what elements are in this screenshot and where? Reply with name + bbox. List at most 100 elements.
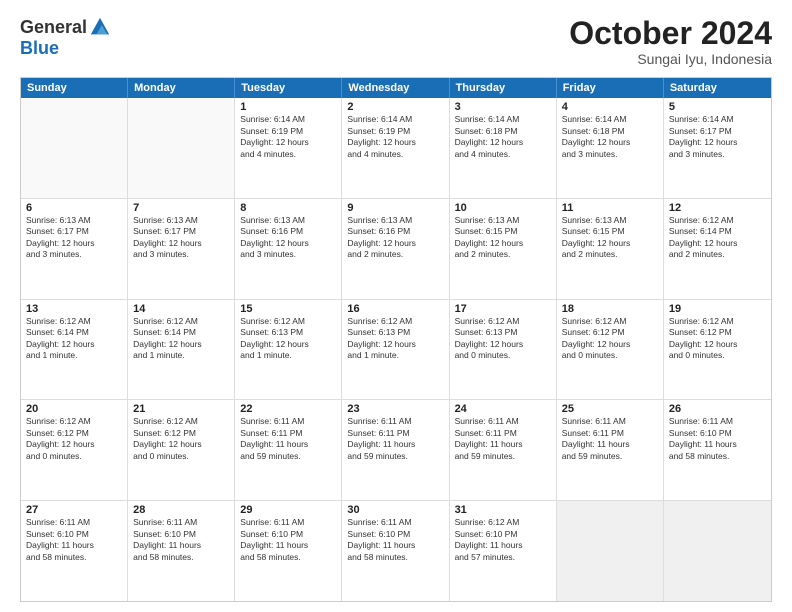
day-cell-6: 6Sunrise: 6:13 AM Sunset: 6:17 PM Daylig… bbox=[21, 199, 128, 299]
day-info: Sunrise: 6:12 AM Sunset: 6:12 PM Dayligh… bbox=[26, 416, 95, 460]
day-info: Sunrise: 6:11 AM Sunset: 6:10 PM Dayligh… bbox=[240, 517, 308, 561]
day-info: Sunrise: 6:14 AM Sunset: 6:18 PM Dayligh… bbox=[562, 114, 631, 158]
location: Sungai Iyu, Indonesia bbox=[569, 51, 772, 67]
logo: General Blue bbox=[20, 16, 111, 59]
day-cell-2: 2Sunrise: 6:14 AM Sunset: 6:19 PM Daylig… bbox=[342, 98, 449, 198]
calendar-row-1: 6Sunrise: 6:13 AM Sunset: 6:17 PM Daylig… bbox=[21, 198, 771, 299]
day-cell-13: 13Sunrise: 6:12 AM Sunset: 6:14 PM Dayli… bbox=[21, 300, 128, 400]
day-number: 29 bbox=[240, 504, 336, 516]
day-cell-11: 11Sunrise: 6:13 AM Sunset: 6:15 PM Dayli… bbox=[557, 199, 664, 299]
day-info: Sunrise: 6:13 AM Sunset: 6:16 PM Dayligh… bbox=[347, 215, 416, 259]
day-info: Sunrise: 6:13 AM Sunset: 6:15 PM Dayligh… bbox=[562, 215, 631, 259]
day-cell-8: 8Sunrise: 6:13 AM Sunset: 6:16 PM Daylig… bbox=[235, 199, 342, 299]
day-cell-4: 4Sunrise: 6:14 AM Sunset: 6:18 PM Daylig… bbox=[557, 98, 664, 198]
empty-cell-0-1 bbox=[128, 98, 235, 198]
calendar: SundayMondayTuesdayWednesdayThursdayFrid… bbox=[20, 77, 772, 602]
day-info: Sunrise: 6:12 AM Sunset: 6:13 PM Dayligh… bbox=[347, 316, 416, 360]
day-info: Sunrise: 6:11 AM Sunset: 6:11 PM Dayligh… bbox=[347, 416, 415, 460]
day-number: 6 bbox=[26, 202, 122, 214]
header: General Blue October 2024 Sungai Iyu, In… bbox=[20, 16, 772, 67]
header-cell-tuesday: Tuesday bbox=[235, 78, 342, 98]
day-info: Sunrise: 6:11 AM Sunset: 6:10 PM Dayligh… bbox=[26, 517, 94, 561]
day-number: 13 bbox=[26, 303, 122, 315]
day-info: Sunrise: 6:12 AM Sunset: 6:13 PM Dayligh… bbox=[240, 316, 309, 360]
day-number: 3 bbox=[455, 101, 551, 113]
day-cell-9: 9Sunrise: 6:13 AM Sunset: 6:16 PM Daylig… bbox=[342, 199, 449, 299]
header-cell-friday: Friday bbox=[557, 78, 664, 98]
day-number: 8 bbox=[240, 202, 336, 214]
day-info: Sunrise: 6:12 AM Sunset: 6:13 PM Dayligh… bbox=[455, 316, 524, 360]
day-number: 9 bbox=[347, 202, 443, 214]
page: General Blue October 2024 Sungai Iyu, In… bbox=[0, 0, 792, 612]
calendar-row-0: 1Sunrise: 6:14 AM Sunset: 6:19 PM Daylig… bbox=[21, 98, 771, 198]
day-number: 25 bbox=[562, 403, 658, 415]
day-number: 11 bbox=[562, 202, 658, 214]
day-cell-21: 21Sunrise: 6:12 AM Sunset: 6:12 PM Dayli… bbox=[128, 400, 235, 500]
day-cell-27: 27Sunrise: 6:11 AM Sunset: 6:10 PM Dayli… bbox=[21, 501, 128, 601]
day-cell-24: 24Sunrise: 6:11 AM Sunset: 6:11 PM Dayli… bbox=[450, 400, 557, 500]
day-info: Sunrise: 6:11 AM Sunset: 6:10 PM Dayligh… bbox=[347, 517, 415, 561]
day-number: 21 bbox=[133, 403, 229, 415]
day-info: Sunrise: 6:14 AM Sunset: 6:19 PM Dayligh… bbox=[240, 114, 309, 158]
day-cell-1: 1Sunrise: 6:14 AM Sunset: 6:19 PM Daylig… bbox=[235, 98, 342, 198]
day-number: 27 bbox=[26, 504, 122, 516]
day-info: Sunrise: 6:13 AM Sunset: 6:16 PM Dayligh… bbox=[240, 215, 309, 259]
day-cell-29: 29Sunrise: 6:11 AM Sunset: 6:10 PM Dayli… bbox=[235, 501, 342, 601]
day-number: 5 bbox=[669, 101, 766, 113]
day-cell-25: 25Sunrise: 6:11 AM Sunset: 6:11 PM Dayli… bbox=[557, 400, 664, 500]
day-info: Sunrise: 6:12 AM Sunset: 6:10 PM Dayligh… bbox=[455, 517, 523, 561]
day-number: 7 bbox=[133, 202, 229, 214]
day-info: Sunrise: 6:14 AM Sunset: 6:17 PM Dayligh… bbox=[669, 114, 738, 158]
day-cell-5: 5Sunrise: 6:14 AM Sunset: 6:17 PM Daylig… bbox=[664, 98, 771, 198]
day-info: Sunrise: 6:11 AM Sunset: 6:11 PM Dayligh… bbox=[240, 416, 308, 460]
day-cell-7: 7Sunrise: 6:13 AM Sunset: 6:17 PM Daylig… bbox=[128, 199, 235, 299]
calendar-body: 1Sunrise: 6:14 AM Sunset: 6:19 PM Daylig… bbox=[21, 98, 771, 601]
day-number: 18 bbox=[562, 303, 658, 315]
logo-blue: Blue bbox=[20, 38, 59, 59]
day-info: Sunrise: 6:12 AM Sunset: 6:12 PM Dayligh… bbox=[562, 316, 631, 360]
day-number: 30 bbox=[347, 504, 443, 516]
day-number: 1 bbox=[240, 101, 336, 113]
day-number: 16 bbox=[347, 303, 443, 315]
calendar-row-3: 20Sunrise: 6:12 AM Sunset: 6:12 PM Dayli… bbox=[21, 399, 771, 500]
day-number: 22 bbox=[240, 403, 336, 415]
header-cell-monday: Monday bbox=[128, 78, 235, 98]
day-cell-15: 15Sunrise: 6:12 AM Sunset: 6:13 PM Dayli… bbox=[235, 300, 342, 400]
day-cell-28: 28Sunrise: 6:11 AM Sunset: 6:10 PM Dayli… bbox=[128, 501, 235, 601]
day-cell-12: 12Sunrise: 6:12 AM Sunset: 6:14 PM Dayli… bbox=[664, 199, 771, 299]
empty-cell-0-0 bbox=[21, 98, 128, 198]
day-number: 23 bbox=[347, 403, 443, 415]
day-number: 2 bbox=[347, 101, 443, 113]
day-cell-19: 19Sunrise: 6:12 AM Sunset: 6:12 PM Dayli… bbox=[664, 300, 771, 400]
day-number: 10 bbox=[455, 202, 551, 214]
calendar-row-4: 27Sunrise: 6:11 AM Sunset: 6:10 PM Dayli… bbox=[21, 500, 771, 601]
day-info: Sunrise: 6:14 AM Sunset: 6:18 PM Dayligh… bbox=[455, 114, 524, 158]
day-number: 4 bbox=[562, 101, 658, 113]
empty-cell-4-5 bbox=[557, 501, 664, 601]
day-info: Sunrise: 6:14 AM Sunset: 6:19 PM Dayligh… bbox=[347, 114, 416, 158]
day-info: Sunrise: 6:12 AM Sunset: 6:12 PM Dayligh… bbox=[669, 316, 738, 360]
header-cell-saturday: Saturday bbox=[664, 78, 771, 98]
calendar-header: SundayMondayTuesdayWednesdayThursdayFrid… bbox=[21, 78, 771, 98]
header-cell-wednesday: Wednesday bbox=[342, 78, 449, 98]
empty-cell-4-6 bbox=[664, 501, 771, 601]
day-info: Sunrise: 6:13 AM Sunset: 6:15 PM Dayligh… bbox=[455, 215, 524, 259]
day-number: 24 bbox=[455, 403, 551, 415]
day-number: 20 bbox=[26, 403, 122, 415]
day-info: Sunrise: 6:11 AM Sunset: 6:11 PM Dayligh… bbox=[455, 416, 523, 460]
day-number: 14 bbox=[133, 303, 229, 315]
day-info: Sunrise: 6:12 AM Sunset: 6:12 PM Dayligh… bbox=[133, 416, 202, 460]
logo-general: General bbox=[20, 17, 87, 38]
day-number: 15 bbox=[240, 303, 336, 315]
title-area: October 2024 Sungai Iyu, Indonesia bbox=[569, 16, 772, 67]
day-info: Sunrise: 6:13 AM Sunset: 6:17 PM Dayligh… bbox=[26, 215, 95, 259]
day-info: Sunrise: 6:11 AM Sunset: 6:10 PM Dayligh… bbox=[133, 517, 201, 561]
day-number: 19 bbox=[669, 303, 766, 315]
day-number: 17 bbox=[455, 303, 551, 315]
day-cell-16: 16Sunrise: 6:12 AM Sunset: 6:13 PM Dayli… bbox=[342, 300, 449, 400]
day-number: 12 bbox=[669, 202, 766, 214]
month-title: October 2024 bbox=[569, 16, 772, 51]
day-cell-18: 18Sunrise: 6:12 AM Sunset: 6:12 PM Dayli… bbox=[557, 300, 664, 400]
day-info: Sunrise: 6:11 AM Sunset: 6:11 PM Dayligh… bbox=[562, 416, 630, 460]
day-info: Sunrise: 6:12 AM Sunset: 6:14 PM Dayligh… bbox=[26, 316, 95, 360]
